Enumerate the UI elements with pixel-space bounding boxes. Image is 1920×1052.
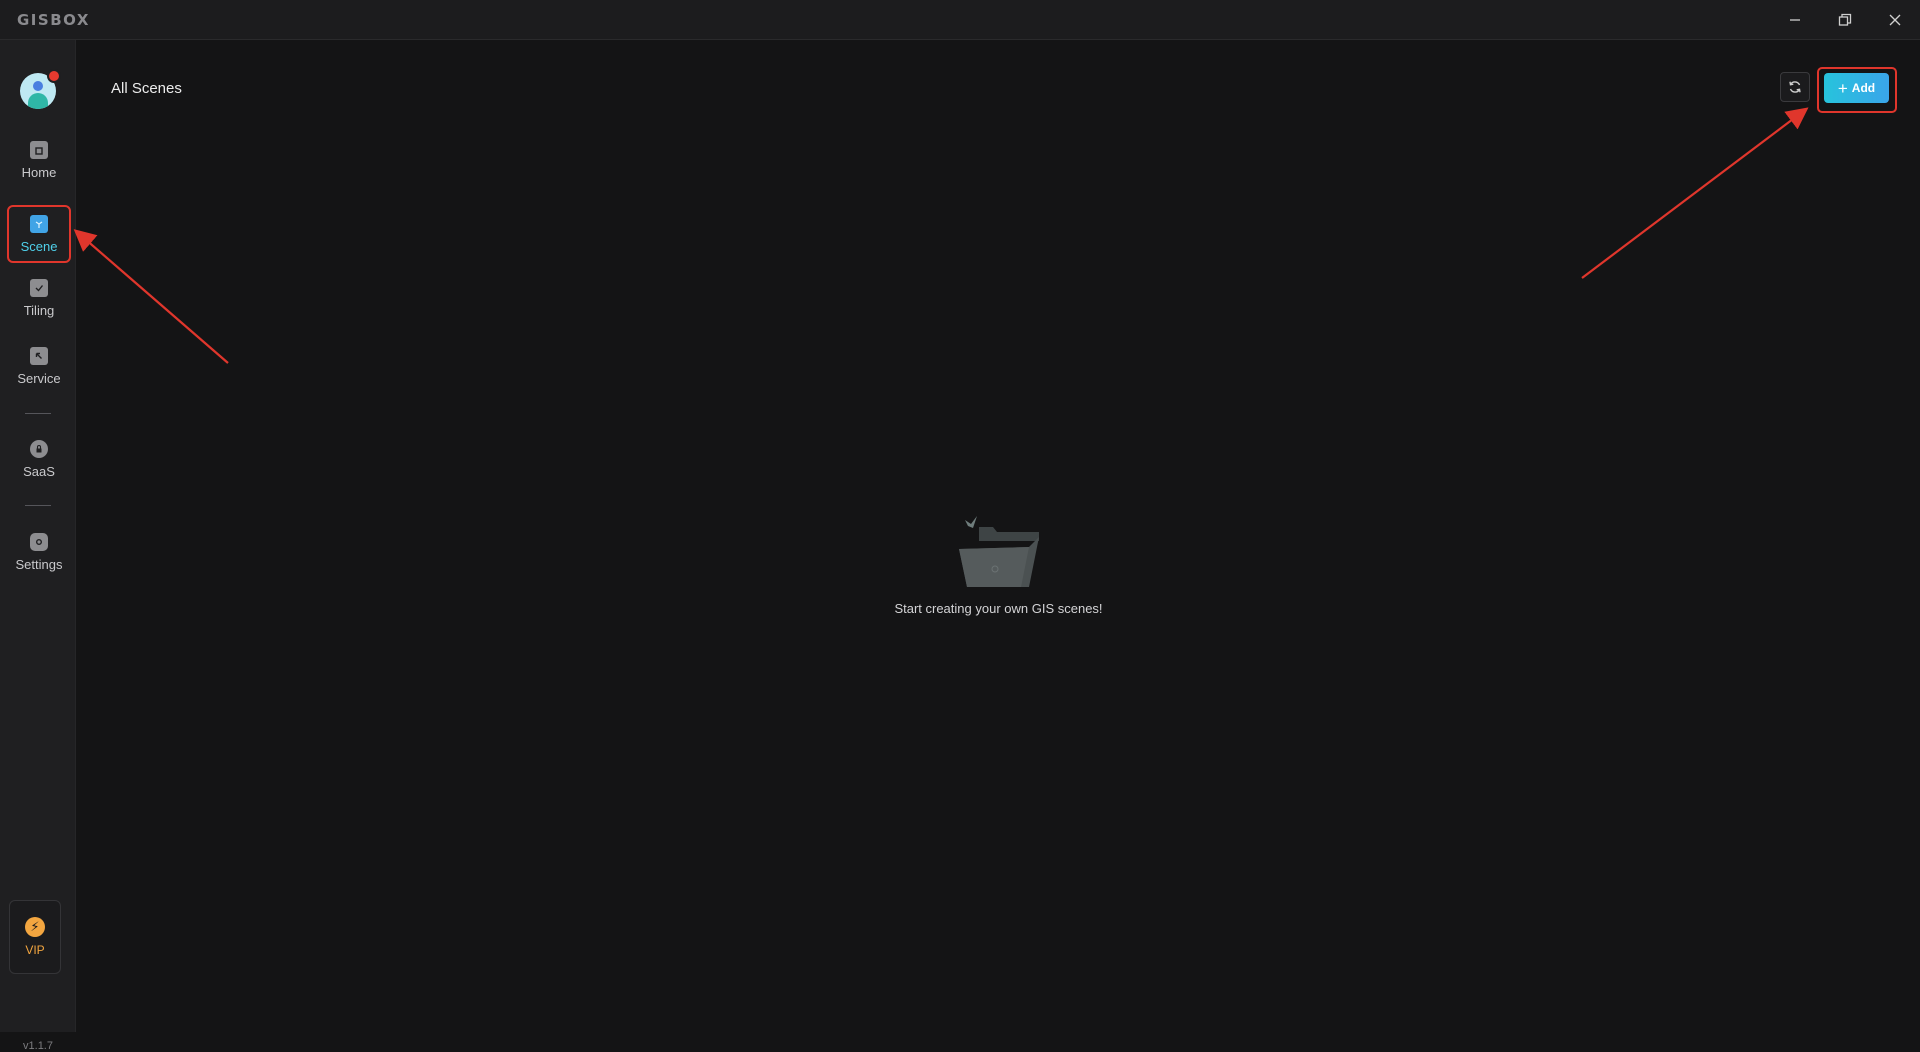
restore-button[interactable] xyxy=(1820,0,1870,40)
minimize-icon xyxy=(1790,19,1800,21)
plus-icon: + xyxy=(1837,78,1848,98)
cube-icon xyxy=(30,214,48,233)
title-bar: GISBOX xyxy=(0,0,1920,40)
notification-badge xyxy=(47,69,61,83)
minimize-button[interactable] xyxy=(1770,0,1820,40)
refresh-icon xyxy=(1789,81,1801,93)
sidebar-item-label: Home xyxy=(21,164,57,180)
gear-icon xyxy=(30,532,48,551)
vip-button[interactable]: ⚡ VIP xyxy=(9,900,61,974)
sidebar: Home Scene Tiling Service SaaS Settings … xyxy=(0,40,76,1052)
sidebar-item-service[interactable]: Service xyxy=(7,337,71,395)
tiling-icon xyxy=(30,278,48,297)
sidebar-item-settings[interactable]: Settings xyxy=(7,523,71,581)
lock-icon xyxy=(30,439,48,458)
avatar-head xyxy=(33,81,43,91)
page-title: All Scenes xyxy=(111,80,182,97)
refresh-button[interactable] xyxy=(1780,72,1810,102)
service-icon xyxy=(30,346,48,365)
vip-label: VIP xyxy=(25,943,45,957)
window-controls xyxy=(1770,0,1920,40)
empty-state: Start creating your own GIS scenes! xyxy=(77,511,1920,616)
sidebar-item-tiling[interactable]: Tiling xyxy=(7,269,71,327)
add-button[interactable]: + Add xyxy=(1824,73,1889,103)
sidebar-divider xyxy=(25,413,51,414)
restore-icon xyxy=(1838,13,1852,26)
avatar-body xyxy=(28,93,48,109)
close-button[interactable] xyxy=(1870,0,1920,40)
empty-state-text: Start creating your own GIS scenes! xyxy=(894,601,1103,616)
sidebar-item-scene[interactable]: Scene xyxy=(7,205,71,263)
sidebar-item-label: SaaS xyxy=(23,463,55,479)
empty-folder-icon xyxy=(958,516,1039,587)
sidebar-item-label: Tiling xyxy=(23,302,55,318)
sidebar-divider xyxy=(25,505,51,506)
lightning-icon: ⚡ xyxy=(25,917,45,937)
home-icon xyxy=(30,140,48,159)
close-icon xyxy=(1889,14,1901,26)
main-content: All Scenes + Add Start creating your own… xyxy=(77,41,1920,1032)
app-logo: GISBOX xyxy=(17,10,90,29)
sidebar-item-label: Settings xyxy=(15,556,63,572)
add-button-label: Add xyxy=(1851,81,1876,95)
version-label: v1.1.7 xyxy=(23,1040,53,1052)
sidebar-item-label: Service xyxy=(17,370,61,386)
sidebar-item-home[interactable]: Home xyxy=(7,131,71,189)
sidebar-item-label: Scene xyxy=(20,238,58,254)
sidebar-item-saas[interactable]: SaaS xyxy=(7,430,71,488)
